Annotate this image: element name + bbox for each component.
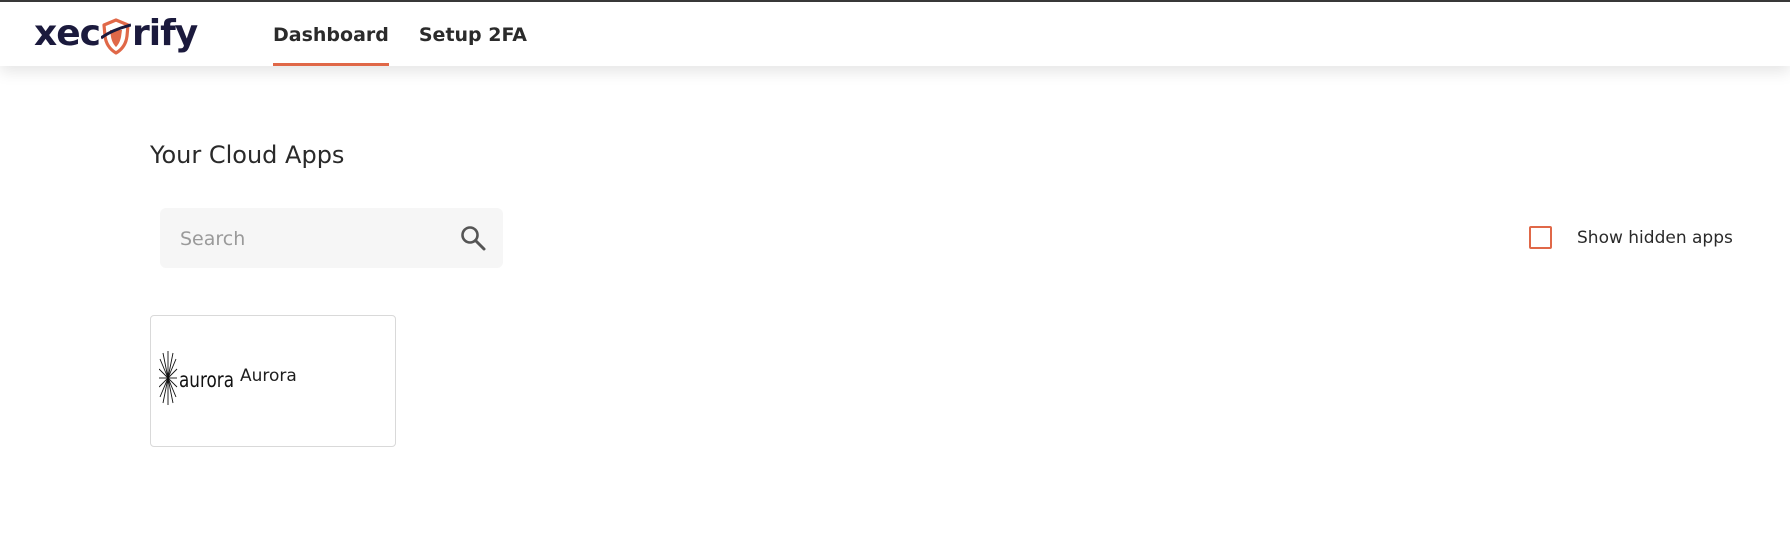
svg-text:aurora: aurora — [179, 368, 234, 392]
xecurify-logo[interactable]: xec rify — [34, 10, 198, 58]
show-hidden-apps-label: Show hidden apps — [1577, 227, 1733, 248]
page-title: Your Cloud Apps — [150, 141, 345, 169]
top-navbar: xec rify Dashboard Setup 2FA — [0, 2, 1790, 66]
search-input[interactable] — [178, 208, 442, 270]
tab-dashboard[interactable]: Dashboard — [273, 2, 389, 66]
logo-text-start: xec — [34, 13, 101, 54]
show-hidden-apps-checkbox[interactable] — [1529, 226, 1552, 249]
main-nav: Dashboard Setup 2FA — [273, 2, 557, 66]
search-icon[interactable] — [459, 224, 487, 252]
tab-setup-2fa[interactable]: Setup 2FA — [419, 2, 527, 66]
shield-icon — [100, 18, 131, 55]
search-box — [160, 208, 503, 270]
show-hidden-apps-toggle[interactable]: Show hidden apps — [1529, 226, 1733, 249]
tab-dashboard-label: Dashboard — [273, 24, 389, 46]
logo-text-end: rify — [131, 13, 198, 54]
aurora-logo: aurora — [159, 351, 234, 405]
app-card-aurora[interactable]: aurora Aurora — [150, 315, 396, 447]
app-name: Aurora — [240, 366, 297, 386]
tab-setup-2fa-label: Setup 2FA — [418, 24, 527, 46]
